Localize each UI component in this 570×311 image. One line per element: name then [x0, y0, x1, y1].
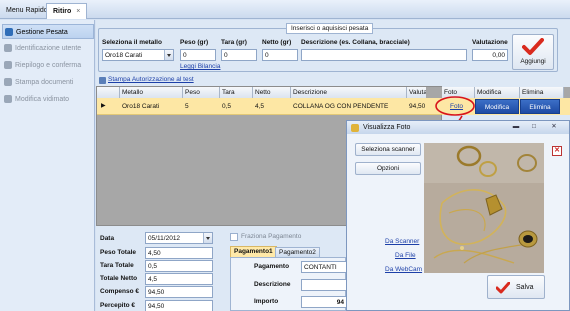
- descrizione-label: Descrizione (es. Collana, bracciale): [301, 39, 410, 46]
- salva-button[interactable]: Salva: [487, 275, 545, 299]
- checklist-icon: [4, 61, 12, 69]
- netto-label: Netto (gr): [262, 39, 292, 46]
- descrizione-input[interactable]: [301, 49, 467, 61]
- printer-icon: [4, 78, 12, 86]
- sidebar-item-gestione-pesata[interactable]: Gestione Pesata: [2, 24, 94, 39]
- grid-header-elimina[interactable]: Elimina: [520, 87, 564, 98]
- aggiungi-label: Aggiungi: [520, 58, 546, 65]
- maximize-icon[interactable]: □: [529, 123, 539, 132]
- jewelry-photo: [424, 143, 544, 273]
- percepito-field[interactable]: 94,50: [145, 300, 213, 311]
- sidebar-item-riepilogo-conferma[interactable]: Riepilogo e conferma: [2, 58, 94, 73]
- edit-icon: [4, 95, 12, 103]
- descrizione-pagamento-input[interactable]: [301, 279, 346, 291]
- tab-ritiro[interactable]: Ritiro ×: [46, 3, 88, 19]
- sidebar-item-modifica-vidimato[interactable]: Modifica vidimato: [2, 92, 94, 107]
- cell-metallo: Oro18 Carati: [122, 103, 160, 110]
- printer-icon: [99, 77, 106, 84]
- photo-preview: [424, 143, 544, 273]
- valutazione-label: Valutazione: [472, 39, 508, 46]
- metal-label: Seleziona il metallo: [102, 39, 162, 46]
- grid-header-netto[interactable]: Netto: [253, 87, 291, 98]
- aggiungi-button[interactable]: Aggiungi: [512, 34, 554, 70]
- user-icon: [4, 44, 12, 52]
- tara-totale-field[interactable]: 0,5: [145, 260, 213, 272]
- netto-input[interactable]: 0: [262, 49, 298, 61]
- row-selected-marker: ▶: [101, 103, 106, 109]
- payment-panel: Pagamento1 Pagamento2 Pagamento CONTANTI…: [230, 226, 346, 311]
- checkmark-icon: [522, 38, 544, 55]
- visualizza-foto-window: Visualizza Foto ▬ □ ✕ Seleziona scanner …: [346, 120, 570, 311]
- peso-totale-label: Peso Totale: [100, 249, 137, 256]
- annotation-circle: [435, 96, 475, 116]
- scale-icon: [5, 28, 13, 36]
- elimina-button[interactable]: Elimina: [520, 99, 560, 114]
- minimize-icon[interactable]: ▬: [511, 123, 521, 132]
- entry-group-title: Inserisci o aquisisci pesata: [286, 23, 374, 34]
- sidebar-item-label: Identificazione utente: [15, 45, 82, 52]
- da-webcam-link[interactable]: Da WebCam: [385, 266, 422, 273]
- tab-bar: Menu Rapido Ritiro ×: [0, 0, 570, 19]
- pagamento-select[interactable]: CONTANTI: [301, 261, 346, 273]
- importo-label: Importo: [254, 298, 279, 305]
- sidebar-item-label: Stampa documenti: [15, 79, 74, 86]
- grid-header-peso[interactable]: Peso: [183, 87, 220, 98]
- grid-header-metallo[interactable]: Metallo: [120, 87, 183, 98]
- sidebar-item-label: Riepilogo e conferma: [15, 62, 82, 69]
- checkmark-icon: [496, 282, 510, 294]
- opzioni-button[interactable]: Opzioni: [355, 162, 421, 175]
- tara-label: Tara (gr): [221, 39, 247, 46]
- data-date-picker[interactable]: 05/11/2012: [145, 232, 213, 244]
- compenso-field[interactable]: 94,50: [145, 286, 213, 298]
- totale-netto-field[interactable]: 4,5: [145, 273, 213, 285]
- salva-label: Salva: [516, 284, 534, 291]
- window-title: Visualizza Foto: [363, 124, 411, 131]
- metal-select[interactable]: Oro18 Carati: [102, 49, 174, 61]
- descrizione-pagamento-label: Descrizione: [254, 281, 291, 288]
- pagamento-label: Pagamento: [254, 263, 290, 270]
- compenso-label: Compenso €: [100, 288, 140, 295]
- chevron-down-icon[interactable]: [203, 233, 212, 243]
- grid-header-indicator: [97, 87, 120, 98]
- metal-select-value: Oro18 Carati: [105, 52, 143, 59]
- remove-photo-icon[interactable]: ✕: [552, 146, 562, 156]
- sidebar-item-label: Modifica vidimato: [15, 96, 70, 103]
- camera-icon: [351, 124, 359, 132]
- sidebar-item-label: Gestione Pesata: [16, 29, 68, 36]
- importo-input[interactable]: 94: [301, 296, 346, 308]
- data-label: Data: [100, 235, 115, 242]
- tab-label: Ritiro: [53, 8, 72, 15]
- cell-netto: 4,5: [255, 103, 265, 110]
- grid-header-tara[interactable]: Tara: [220, 87, 253, 98]
- chevron-down-icon[interactable]: [164, 50, 173, 60]
- tab-pagamento1[interactable]: Pagamento1: [230, 246, 277, 257]
- tab-pagamento2[interactable]: Pagamento2: [275, 247, 320, 257]
- close-icon[interactable]: ×: [76, 8, 80, 15]
- valutazione-input[interactable]: 0,00: [472, 49, 508, 61]
- cell-descrizione: COLLANA OG CON PENDENTE: [293, 103, 389, 110]
- peso-label: Peso (gr): [180, 39, 209, 46]
- cell-peso: 5: [185, 103, 189, 110]
- data-value: 05/11/2012: [148, 235, 181, 242]
- tara-totale-label: Tara Totale: [100, 262, 134, 269]
- da-scanner-link[interactable]: Da Scanner: [385, 238, 419, 245]
- peso-totale-field[interactable]: 4,50: [145, 247, 213, 259]
- totale-netto-label: Totale Netto: [100, 275, 138, 282]
- tab-label: Menu Rapido: [6, 7, 48, 14]
- leggi-bilancia-link[interactable]: Leggi Bilancia: [180, 63, 220, 70]
- grid-header-descrizione[interactable]: Descrizione: [291, 87, 407, 98]
- seleziona-scanner-button[interactable]: Seleziona scanner: [355, 143, 421, 156]
- peso-input[interactable]: 0: [180, 49, 216, 61]
- percepito-label: Percepito €: [100, 302, 136, 309]
- close-icon[interactable]: ✕: [549, 123, 559, 132]
- tara-input[interactable]: 0: [221, 49, 257, 61]
- sidebar-item-identificazione-utente[interactable]: Identificazione utente: [2, 41, 94, 56]
- cell-tara: 0,5: [222, 103, 232, 110]
- stampa-autorizzazione-link[interactable]: Stampa Autorizzazione al test: [108, 76, 194, 83]
- da-file-link[interactable]: Da File: [395, 252, 416, 259]
- sidebar-item-stampa-documenti[interactable]: Stampa documenti: [2, 75, 94, 90]
- sidebar: Gestione Pesata Identificazione utente R…: [0, 20, 95, 311]
